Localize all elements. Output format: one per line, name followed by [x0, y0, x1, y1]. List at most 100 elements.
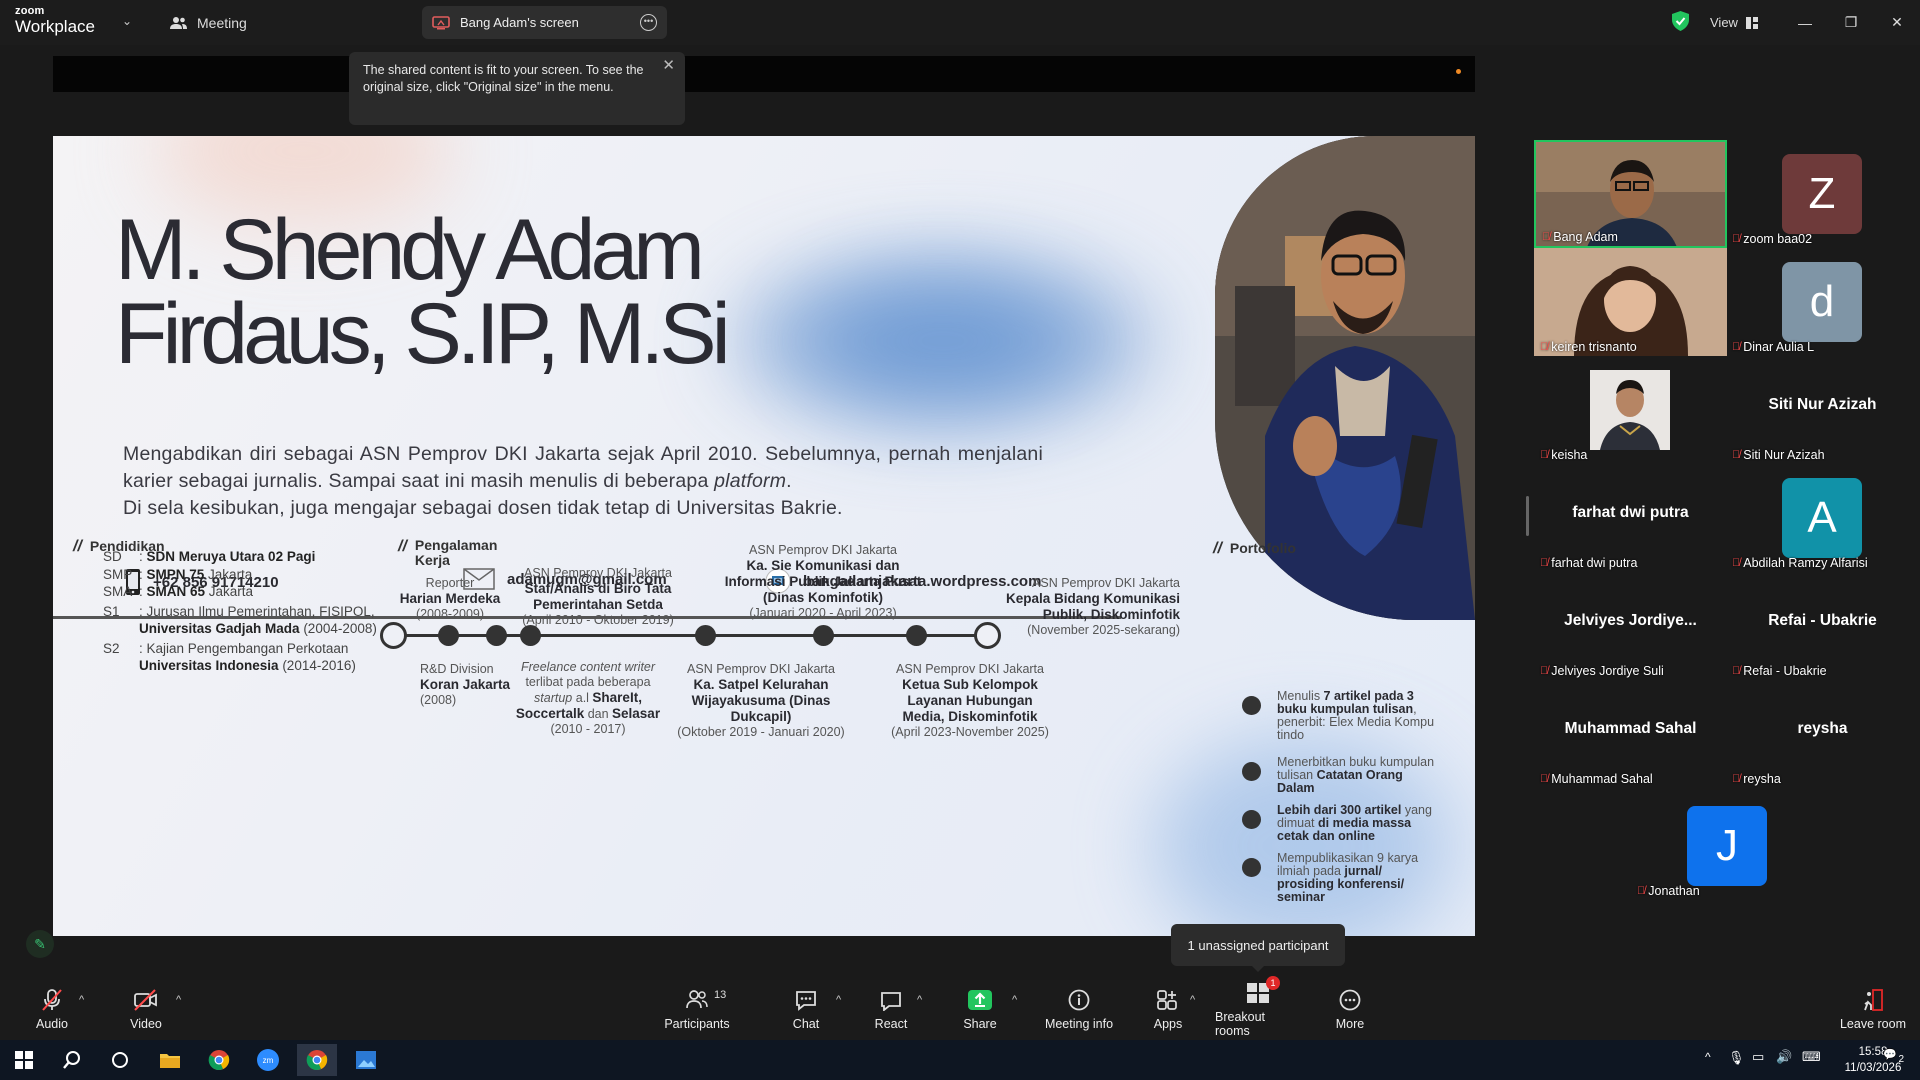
windows-start-button[interactable] — [4, 1044, 44, 1076]
education-institution: SMAN 65 — [146, 584, 206, 599]
chevron-down-icon[interactable]: ⌄ — [122, 14, 132, 28]
view-menu-button[interactable]: View — [1710, 0, 1758, 45]
participant-tile[interactable]: 🎙̸ Bang Adam — [1534, 140, 1727, 248]
security-shield-icon[interactable] — [1672, 11, 1689, 36]
tray-chevron-icon[interactable]: ^ — [1705, 1050, 1711, 1064]
more-button[interactable]: More — [1334, 980, 1366, 1040]
chat-button[interactable]: Chat — [788, 980, 824, 1040]
participant-name-label: 🎙̸ Dinar Aulia L — [1732, 340, 1814, 354]
participant-tile[interactable]: Siti Nur Azizah 🎙̸ Siti Nur Azizah — [1726, 356, 1919, 464]
timeline-role: Staf/Analis di Biro Tata Pemerintahan Se… — [524, 581, 672, 612]
gallery-resize-handle[interactable] — [1526, 496, 1529, 536]
meeting-toolbar: Audio ^ Video ^ 13 Participants Chat ^ R… — [0, 976, 1920, 1040]
participant-tile[interactable]: Muhammad Sahal 🎙̸ Muhammad Sahal — [1534, 680, 1727, 788]
apps-icon — [1157, 990, 1177, 1010]
slide-blob — [813, 286, 1073, 396]
svg-text:zm: zm — [263, 1056, 274, 1065]
more-options-icon[interactable]: ••• — [640, 14, 657, 31]
tray-keyboard-icon[interactable]: ⌨ — [1802, 1049, 1821, 1065]
react-caret-icon[interactable]: ^ — [917, 994, 922, 1006]
chat-caret-icon[interactable]: ^ — [836, 994, 841, 1006]
participant-name: Jonathan — [1648, 884, 1700, 898]
participants-button[interactable]: 13 Participants — [662, 980, 732, 1040]
tray-mic-icon[interactable]: 🎙 — [1728, 1050, 1745, 1066]
apps-caret-icon[interactable]: ^ — [1190, 994, 1195, 1006]
annotate-pencil-button[interactable]: ✎ — [26, 930, 54, 958]
taskbar-photos[interactable] — [346, 1044, 386, 1076]
audio-caret-icon[interactable]: ^ — [79, 994, 84, 1006]
audio-label: Audio — [36, 1017, 68, 1031]
task-view-button[interactable] — [100, 1044, 140, 1076]
timeline-dot — [906, 625, 927, 646]
breakout-rooms-button[interactable]: 1 Breakout rooms — [1215, 976, 1301, 1040]
participant-display-name: reysha — [1797, 720, 1848, 737]
leave-room-label: Leave room — [1839, 1017, 1906, 1031]
audio-button[interactable]: Audio — [30, 980, 74, 1040]
timeline-org: ASN Pemprov DKI Jakarta — [524, 566, 672, 580]
participant-tile[interactable]: d 🎙̸ Dinar Aulia L — [1726, 248, 1919, 356]
share-caret-icon[interactable]: ^ — [1012, 994, 1017, 1006]
leave-room-button[interactable]: Leave room — [1838, 980, 1908, 1040]
zoom-workplace-logo[interactable]: zoom Workplace — [15, 6, 95, 36]
taskbar-chrome[interactable] — [199, 1044, 239, 1076]
participant-name-label: 🎙̸ keiren trisnanto — [1540, 340, 1637, 354]
participant-avatar: Z — [1782, 154, 1862, 234]
close-icon[interactable]: ✕ — [662, 57, 675, 74]
timeline-date: (April 2010 - Oktober 2019) — [522, 613, 674, 627]
taskbar-search-button[interactable] — [52, 1044, 92, 1076]
participant-tile[interactable]: Z 🎙̸ zoom baa02 — [1726, 140, 1919, 248]
react-button[interactable]: React — [873, 980, 909, 1040]
notification-center-button[interactable]: 💬 2 — [1878, 1048, 1904, 1070]
minimize-button[interactable]: — — [1782, 0, 1828, 45]
participant-name-label: 🎙̸ Siti Nur Azizah — [1732, 448, 1825, 462]
work-heading: //Pengalaman Kerja — [398, 537, 498, 568]
timeline-role: Kepala Bidang Komunikasi Publik, Diskomi… — [1005, 591, 1180, 622]
meeting-tab[interactable]: Meeting — [170, 0, 247, 45]
participant-name: reysha — [1743, 772, 1781, 786]
participant-tile[interactable]: Jelviyes Jordiye... 🎙̸ Jelviyes Jordiye Su… — [1534, 572, 1727, 680]
participant-tile[interactable]: 🎙̸ keisha — [1534, 356, 1727, 464]
apps-button[interactable]: Apps — [1152, 980, 1184, 1040]
education-detail: (2004-2008) — [299, 621, 377, 636]
participant-name: Jelviyes Jordiye Suli — [1551, 664, 1664, 678]
participant-tile[interactable]: J 🎙̸ Jonathan — [1631, 792, 1824, 900]
tooltip-text: The shared content is fit to your screen… — [363, 63, 644, 94]
photos-icon — [356, 1051, 376, 1069]
share-button[interactable]: Share — [962, 980, 998, 1040]
fit-screen-tooltip: The shared content is fit to your screen… — [349, 52, 685, 125]
breakout-rooms-label: Breakout rooms — [1215, 1010, 1266, 1038]
tray-network-icon[interactable]: ▭ — [1752, 1049, 1764, 1065]
participant-name-label: 🎙̸ keisha — [1540, 448, 1587, 462]
mic-muted-icon: 🎙̸ — [1732, 449, 1741, 461]
tray-volume-icon[interactable]: 🔊 — [1776, 1049, 1792, 1065]
participant-tile[interactable]: Refai - Ubakrie 🎙̸ Refai - Ubakrie — [1726, 572, 1919, 680]
video-button[interactable]: Video — [124, 980, 168, 1040]
close-button[interactable]: ✕ — [1874, 0, 1920, 45]
participant-tile[interactable]: 🎙̸ keiren trisnanto — [1534, 248, 1727, 356]
participant-name: farhat dwi putra — [1551, 556, 1638, 570]
taskbar-zoom[interactable]: zm — [248, 1044, 288, 1076]
breakout-badge: 1 — [1266, 976, 1280, 990]
participant-tile[interactable]: A 🎙̸ Abdilah Ramzy Alfarisi — [1726, 464, 1919, 572]
timeline-role: Ketua Sub Kelompok Layanan Hubungan Medi… — [902, 677, 1038, 724]
participant-name-label: 🎙̸ reysha — [1732, 772, 1781, 786]
share-screen-icon — [968, 990, 992, 1010]
meeting-info-button[interactable]: Meeting info — [1043, 980, 1115, 1040]
taskbar-file-explorer[interactable] — [150, 1044, 190, 1076]
taskbar-chrome-active[interactable] — [297, 1044, 337, 1076]
timeline-desc: a.l — [572, 691, 593, 705]
share-label: Share — [963, 1017, 997, 1031]
participant-tile[interactable]: reysha 🎙̸ reysha — [1726, 680, 1919, 788]
education-program: Jurusan Ilmu Pemerintahan, FISIPOL, — [146, 603, 375, 619]
unassigned-participant-tooltip[interactable]: 1 unassigned participant — [1171, 924, 1345, 972]
participant-name: Siti Nur Azizah — [1743, 448, 1825, 462]
portfolio-heading: //Portofolio — [1213, 540, 1296, 557]
participant-tile[interactable]: farhat dwi putra 🎙̸ farhat dwi putra — [1534, 464, 1727, 572]
zoom-app-icon: zm — [257, 1049, 279, 1071]
screen-share-tab[interactable]: Bang Adam's screen ••• — [422, 6, 667, 39]
video-caret-icon[interactable]: ^ — [176, 994, 181, 1006]
maximize-button[interactable]: ❐ — [1828, 0, 1874, 45]
react-label: React — [874, 1017, 908, 1031]
participant-display-name: Siti Nur Azizah — [1768, 396, 1877, 413]
windows-taskbar: zm ^ 🎙 ▭ 🔊 ⌨ 15:58 11/03/2026 💬 2 — [0, 1040, 1920, 1080]
